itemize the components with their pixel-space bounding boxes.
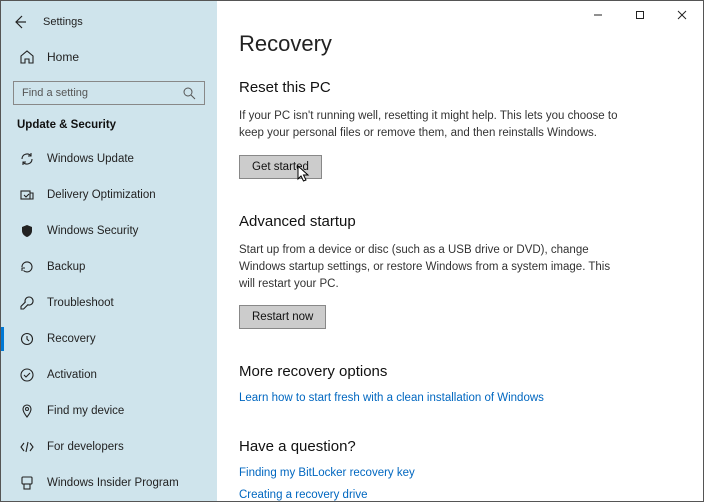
- get-started-button[interactable]: Get started: [239, 155, 322, 179]
- home-icon: [19, 49, 35, 65]
- sidebar-item-troubleshoot[interactable]: Troubleshoot: [1, 285, 217, 321]
- page-title: Recovery: [239, 31, 667, 57]
- sidebar-item-windows-update[interactable]: Windows Update: [1, 141, 217, 177]
- more-recovery-section: More recovery options Learn how to start…: [239, 363, 667, 404]
- back-button[interactable]: [11, 13, 29, 31]
- sidebar-item-label: Windows Security: [47, 225, 138, 237]
- restart-now-button[interactable]: Restart now: [239, 305, 326, 329]
- advanced-heading: Advanced startup: [239, 213, 667, 230]
- reset-body: If your PC isn't running well, resetting…: [239, 108, 629, 143]
- sync-icon: [19, 151, 35, 167]
- more-heading: More recovery options: [239, 363, 667, 380]
- sidebar-item-backup[interactable]: Backup: [1, 249, 217, 285]
- delivery-icon: [19, 187, 35, 203]
- sidebar-item-windows-security[interactable]: Windows Security: [1, 213, 217, 249]
- sidebar-item-windows-insider[interactable]: Windows Insider Program: [1, 465, 217, 501]
- fresh-start-link[interactable]: Learn how to start fresh with a clean in…: [239, 392, 667, 404]
- sidebar-item-delivery-optimization[interactable]: Delivery Optimization: [1, 177, 217, 213]
- help-link-bitlocker[interactable]: Finding my BitLocker recovery key: [239, 467, 667, 479]
- search-icon: [182, 86, 196, 100]
- search-box[interactable]: [13, 81, 205, 105]
- sidebar-item-label: Windows Insider Program: [47, 477, 179, 489]
- sidebar-item-label: Backup: [47, 261, 85, 273]
- reset-pc-section: Reset this PC If your PC isn't running w…: [239, 79, 667, 179]
- sidebar-item-for-developers[interactable]: For developers: [1, 429, 217, 465]
- find-device-icon: [19, 403, 35, 419]
- close-button[interactable]: [661, 1, 703, 29]
- search-input[interactable]: [22, 87, 182, 99]
- help-section: Have a question? Finding my BitLocker re…: [239, 438, 667, 501]
- home-label: Home: [47, 50, 79, 64]
- maximize-button[interactable]: [619, 1, 661, 29]
- sidebar-item-find-my-device[interactable]: Find my device: [1, 393, 217, 429]
- troubleshoot-icon: [19, 295, 35, 311]
- home-nav[interactable]: Home: [1, 39, 217, 75]
- sidebar-item-label: For developers: [47, 441, 124, 453]
- insider-icon: [19, 475, 35, 491]
- app-title: Settings: [43, 16, 83, 28]
- sidebar-item-label: Windows Update: [47, 153, 134, 165]
- sidebar-section-title: Update & Security: [1, 119, 217, 141]
- reset-heading: Reset this PC: [239, 79, 667, 96]
- advanced-body: Start up from a device or disc (such as …: [239, 242, 629, 294]
- sidebar-item-label: Delivery Optimization: [47, 189, 156, 201]
- developers-icon: [19, 439, 35, 455]
- activation-icon: [19, 367, 35, 383]
- sidebar-item-activation[interactable]: Activation: [1, 357, 217, 393]
- sidebar: Settings Home Update & Security Windows …: [1, 1, 217, 501]
- backup-icon: [19, 259, 35, 275]
- content-area: Recovery Reset this PC If your PC isn't …: [217, 1, 703, 501]
- advanced-startup-section: Advanced startup Start up from a device …: [239, 213, 667, 330]
- sidebar-item-label: Troubleshoot: [47, 297, 114, 309]
- minimize-button[interactable]: [577, 1, 619, 29]
- sidebar-item-label: Find my device: [47, 405, 124, 417]
- sidebar-item-label: Activation: [47, 369, 97, 381]
- sidebar-item-label: Recovery: [47, 333, 96, 345]
- recovery-icon: [19, 331, 35, 347]
- help-heading: Have a question?: [239, 438, 667, 455]
- help-link-recovery-drive[interactable]: Creating a recovery drive: [239, 489, 667, 501]
- sidebar-item-recovery[interactable]: Recovery: [1, 321, 217, 357]
- shield-icon: [19, 223, 35, 239]
